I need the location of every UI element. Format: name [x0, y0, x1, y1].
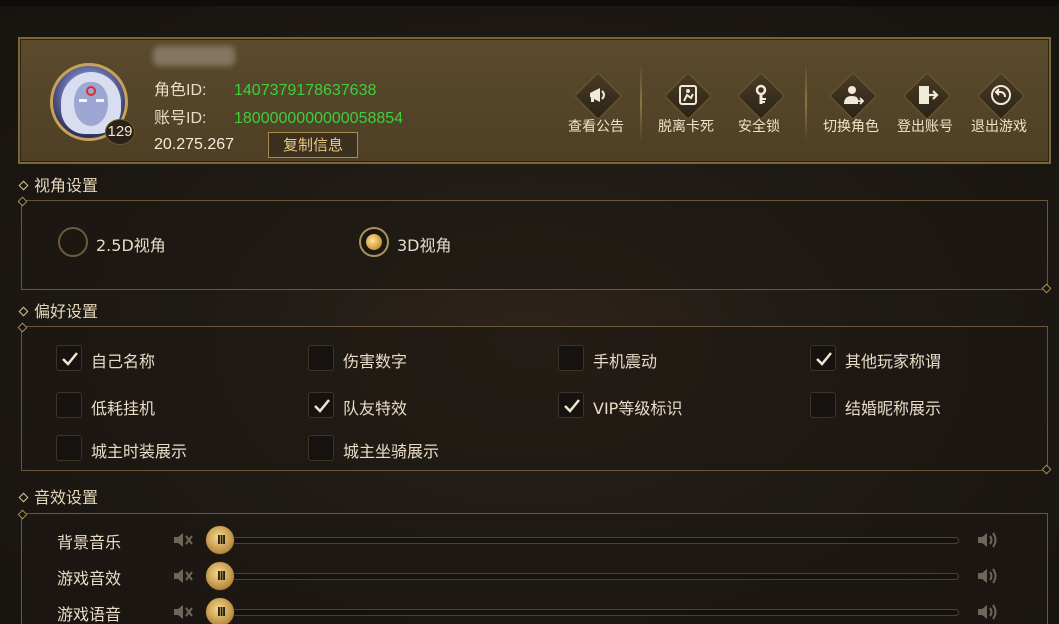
role-id-label: 角色ID:: [154, 82, 207, 99]
key-icon: [755, 84, 767, 104]
checkmark-icon: [564, 399, 580, 413]
section-title-preferences: 偏好设置: [18, 298, 99, 322]
exit-game-icon: [991, 85, 1011, 105]
top-bar: [0, 0, 1059, 6]
slider-label: 游戏语音: [57, 605, 122, 624]
volume-max-icon[interactable]: [976, 566, 1002, 586]
checkbox-box[interactable]: [56, 345, 82, 371]
checkmark-icon: [62, 352, 78, 366]
section-title-sound: 音效设置: [18, 484, 99, 508]
logout-account-button[interactable]: 登出账号: [888, 71, 962, 137]
action-label: 安全锁: [738, 119, 780, 135]
slider-row-sfx: 游戏音效: [21, 560, 1048, 591]
view-announcement-button[interactable]: 查看公告: [559, 71, 633, 137]
logout-icon: [919, 86, 939, 104]
volume-max-icon[interactable]: [976, 602, 1002, 622]
security-lock-button[interactable]: 安全锁: [722, 71, 796, 137]
account-id-label: 账号ID:: [154, 110, 207, 127]
checkmark-icon: [314, 399, 330, 413]
slider-track[interactable]: [216, 537, 959, 544]
checkbox-label: 自己名称: [91, 352, 156, 371]
checkbox-box[interactable]: [56, 392, 82, 418]
checkbox-label: 伤害数字: [343, 352, 408, 371]
switch-character-button[interactable]: 切换角色: [814, 71, 888, 137]
checkbox-box[interactable]: [558, 392, 584, 418]
switch-character-icon: [844, 86, 865, 105]
profile-panel: 129 角色ID: 1407379178637638 账号ID: 180000000…: [18, 37, 1051, 164]
checkbox-box[interactable]: [308, 435, 334, 461]
slider-knob[interactable]: [205, 561, 236, 591]
checkbox-box[interactable]: [56, 435, 82, 461]
mute-icon[interactable]: [172, 566, 194, 586]
currency-value: 20.275.267: [154, 136, 235, 153]
checkbox-label: 低耗挂机: [91, 399, 156, 418]
role-id-value: 1407379178637638: [234, 82, 377, 99]
account-id-value: 1800000000000058854: [234, 110, 404, 127]
slider-label: 游戏音效: [57, 569, 122, 588]
checkbox-label: 队友特效: [343, 399, 408, 418]
slider-knob[interactable]: [205, 597, 236, 624]
checkbox-label: VIP等级标识: [593, 399, 683, 418]
radio-label: 2.5D视角: [96, 236, 166, 255]
copy-info-button[interactable]: 复制信息: [268, 132, 358, 158]
action-label: 退出游戏: [971, 119, 1027, 135]
announcement-icon: [590, 88, 605, 102]
account-id-row: 账号ID: 1800000000000058854: [154, 104, 403, 128]
level-badge: 129: [105, 119, 135, 145]
avatar-eye: [79, 99, 87, 102]
section-title-text: 偏好设置: [34, 302, 99, 321]
checkbox-label: 手机震动: [593, 352, 658, 371]
radio-button[interactable]: [58, 227, 88, 257]
slider-knob[interactable]: [205, 525, 236, 555]
volume-max-icon[interactable]: [976, 530, 1002, 550]
checkbox-box[interactable]: [558, 345, 584, 371]
checkmark-icon: [816, 352, 832, 366]
avatar-eye: [96, 99, 104, 102]
action-label: 切换角色: [823, 119, 879, 135]
avatar-forehead-mark: [86, 86, 96, 96]
checkbox-box[interactable]: [810, 392, 836, 418]
checkbox-label: 其他玩家称谓: [845, 352, 942, 371]
radio-label: 3D视角: [397, 236, 452, 255]
action-label: 脱离卡死: [658, 119, 714, 135]
slider-track[interactable]: [216, 573, 959, 580]
divider: [640, 63, 642, 141]
role-id-row: 角色ID: 1407379178637638: [154, 76, 376, 100]
diamond-bullet-icon: [18, 306, 29, 317]
checkbox-box[interactable]: [810, 345, 836, 371]
divider: [805, 63, 807, 141]
section-title-text: 音效设置: [34, 488, 99, 507]
action-label: 登出账号: [897, 119, 953, 135]
checkbox-label: 城主时装展示: [91, 442, 188, 461]
diamond-bullet-icon: [18, 180, 29, 191]
slider-track[interactable]: [216, 609, 959, 616]
player-name-blurred: [153, 46, 235, 66]
section-title-view: 视角设置: [18, 172, 99, 196]
unstuck-icon: [679, 85, 697, 105]
slider-row-bgm: 背景音乐: [21, 524, 1048, 555]
slider-label: 背景音乐: [57, 533, 122, 552]
checkbox-box[interactable]: [308, 345, 334, 371]
mute-icon[interactable]: [172, 530, 194, 550]
section-title-text: 视角设置: [34, 176, 99, 195]
view-settings-box: [21, 200, 1048, 290]
unstuck-button[interactable]: 脱离卡死: [649, 71, 723, 137]
checkbox-label: 城主坐骑展示: [343, 442, 440, 461]
action-label: 查看公告: [568, 119, 624, 135]
diamond-bullet-icon: [18, 492, 29, 503]
mute-icon[interactable]: [172, 602, 194, 622]
radio-button-selected[interactable]: [359, 227, 389, 257]
exit-game-button[interactable]: 退出游戏: [962, 71, 1036, 137]
checkbox-box[interactable]: [308, 392, 334, 418]
checkbox-label: 结婚昵称展示: [845, 399, 942, 418]
slider-row-voice: 游戏语音: [21, 596, 1048, 624]
